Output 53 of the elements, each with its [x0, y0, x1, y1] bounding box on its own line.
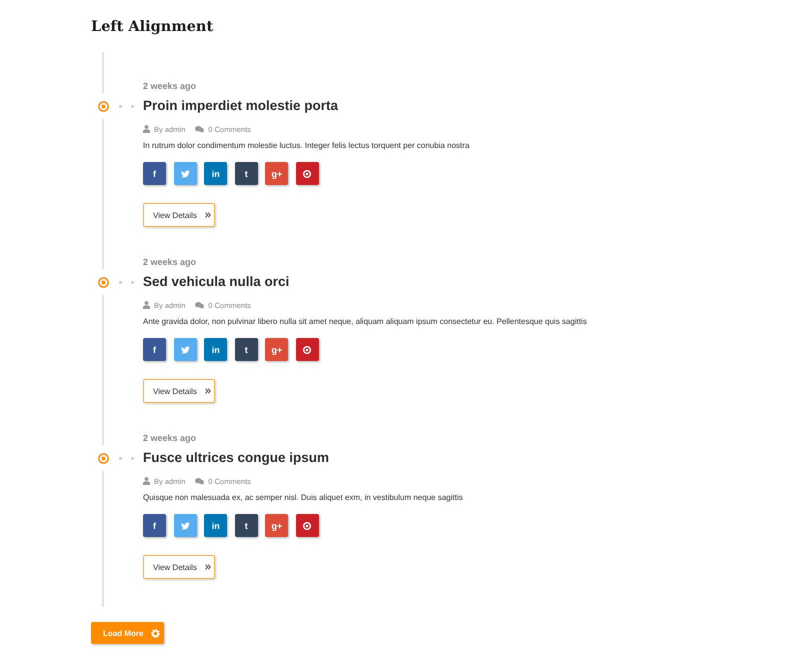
- share-button[interactable]: [296, 514, 319, 537]
- share-button[interactable]: in: [204, 162, 228, 185]
- share-button[interactable]: [296, 162, 319, 185]
- share-button[interactable]: t: [234, 338, 258, 361]
- post-title: Fusce ultrices congue ipsum: [143, 449, 330, 467]
- user-icon: [143, 125, 150, 133]
- dot-icon: [131, 456, 134, 460]
- share-button[interactable]: in: [204, 514, 228, 537]
- bird-icon: [180, 522, 190, 530]
- share-button[interactable]: t: [234, 514, 258, 537]
- share-button[interactable]: g+: [265, 338, 288, 361]
- bird-icon: [180, 346, 190, 354]
- post-date: 2 weeks ago: [143, 256, 196, 269]
- share-button[interactable]: f: [143, 338, 166, 361]
- share-button[interactable]: [296, 338, 319, 361]
- share-button[interactable]: f: [143, 514, 166, 537]
- post-title: Proin imperdiet molestie porta: [143, 97, 338, 115]
- share-button[interactable]: g+: [265, 162, 288, 185]
- user-icon: [143, 477, 150, 485]
- timeline-marker-icon: [98, 100, 108, 112]
- view-details-button[interactable]: View Details: [143, 379, 215, 403]
- share-button[interactable]: g+: [265, 514, 288, 537]
- page-heading: Left Alignment: [91, 17, 214, 37]
- double-chevron-icon: [204, 564, 211, 570]
- user-icon: [143, 301, 150, 309]
- timeline-marker-icon: [98, 452, 108, 464]
- gear-icon: [151, 628, 160, 638]
- dot-icon: [119, 104, 122, 108]
- dot-icon: [131, 280, 134, 284]
- speech-bubbles-icon: [195, 126, 204, 132]
- double-chevron-icon: [204, 388, 211, 394]
- post-date: 2 weeks ago: [143, 80, 196, 93]
- ring-icon: [303, 346, 312, 354]
- share-button[interactable]: in: [204, 338, 228, 361]
- post-title: Sed vehicula nulla orci: [143, 273, 290, 291]
- view-details-button[interactable]: View Details: [143, 203, 215, 227]
- share-button[interactable]: t: [234, 162, 258, 185]
- post-excerpt: Quisque non malesuada ex, ac semper nisl. Duis aliquet exm, in vestibulum neque sagittis: [143, 492, 463, 504]
- post-excerpt: In rutrum dolor condimentum molestie luctus. Integer felis lectus torquent per conubia nostra: [143, 140, 470, 152]
- ring-icon: [303, 522, 312, 530]
- dot-icon: [131, 104, 134, 108]
- speech-bubbles-icon: [195, 478, 204, 484]
- post-excerpt: Ante gravida dolor, non pulvinar libero nulla sit amet neque, aliquam aliquam ipsum consectetur eu. Pellentesque quis sagittis: [143, 316, 587, 328]
- dot-icon: [119, 280, 122, 284]
- double-chevron-icon: [204, 212, 211, 218]
- bird-icon: [180, 170, 190, 178]
- post-date: 2 weeks ago: [143, 432, 196, 445]
- speech-bubbles-icon: [195, 302, 204, 308]
- view-details-button[interactable]: View Details: [143, 555, 215, 579]
- timeline-marker-icon: [98, 276, 108, 288]
- dot-icon: [119, 456, 122, 460]
- share-button[interactable]: f: [143, 162, 166, 185]
- ring-icon: [303, 170, 312, 178]
